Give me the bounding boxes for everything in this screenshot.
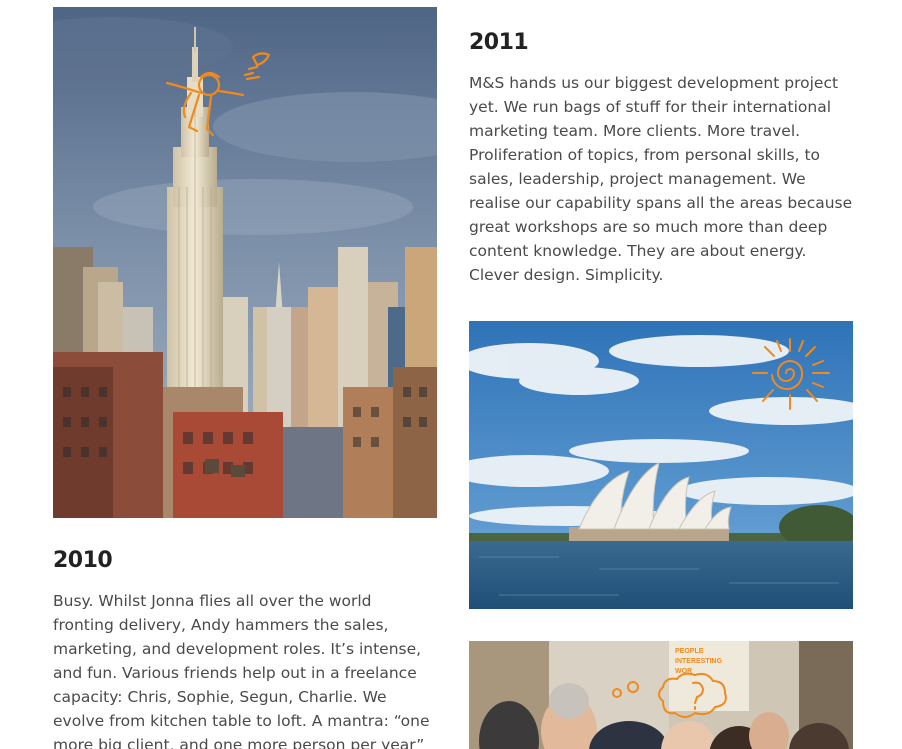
timeline-column-right: 2011 M&S hands us our biggest developmen… — [469, 0, 853, 749]
thought-bubble-icon — [612, 672, 727, 718]
sun-doodle-icon — [752, 338, 830, 410]
superhero-doodle-icon — [165, 52, 271, 137]
entry-2011: 2011 M&S hands us our biggest developmen… — [469, 30, 853, 287]
timeline-page: 2010 Busy. Whilst Jonna flies all over t… — [0, 0, 902, 749]
year-heading-2011: 2011 — [469, 30, 529, 55]
timeline-column-left: 2010 Busy. Whilst Jonna flies all over t… — [53, 7, 437, 749]
entry-text-2011: M&S hands us our biggest development pro… — [469, 74, 853, 284]
new-york-photo — [53, 7, 437, 518]
entry-text-2010: Busy. Whilst Jonna flies all over the wo… — [53, 592, 430, 749]
year-heading-2010: 2010 — [53, 548, 113, 573]
workshop-photo: PEOPLE INTERESTING WOR — [469, 641, 853, 749]
entry-2010: 2010 Busy. Whilst Jonna flies all over t… — [53, 548, 437, 749]
sydney-opera-house-photo — [469, 321, 853, 609]
